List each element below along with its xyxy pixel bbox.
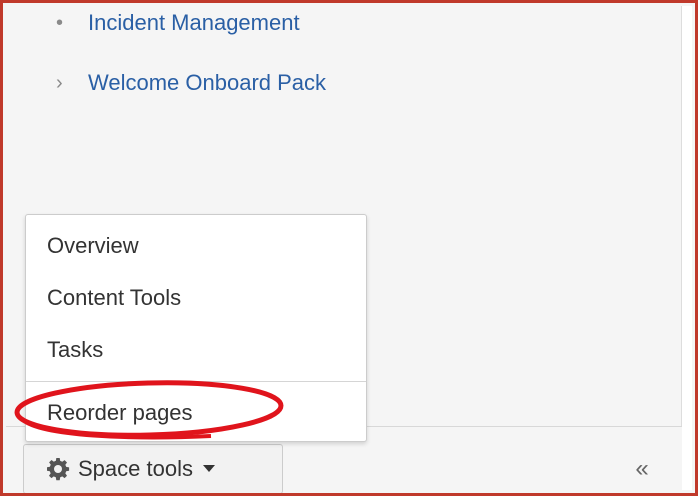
space-tools-button[interactable]: Space tools bbox=[23, 444, 283, 493]
menu-divider bbox=[26, 381, 366, 382]
menu-item-tasks[interactable]: Tasks bbox=[47, 337, 103, 363]
gear-icon bbox=[46, 457, 70, 481]
space-sidebar: • Incident Management › Welcome Onboard … bbox=[6, 6, 692, 493]
menu-item-reorder-pages[interactable]: Reorder pages bbox=[47, 400, 193, 426]
page-tree-item-welcome-onboard-pack[interactable]: › Welcome Onboard Pack bbox=[56, 70, 326, 96]
page-tree-link[interactable]: Welcome Onboard Pack bbox=[88, 70, 326, 96]
screenshot-frame: • Incident Management › Welcome Onboard … bbox=[0, 0, 698, 496]
space-tools-label: Space tools bbox=[78, 456, 193, 481]
menu-item-content-tools[interactable]: Content Tools bbox=[47, 285, 181, 311]
sidebar-right-edge bbox=[681, 6, 692, 490]
bullet-icon: • bbox=[56, 11, 64, 34]
collapse-sidebar-button[interactable]: « bbox=[622, 451, 662, 487]
menu-item-overview[interactable]: Overview bbox=[47, 233, 139, 259]
expand-chevron-icon[interactable]: › bbox=[56, 72, 88, 95]
page-tree-item-incident-management[interactable]: • Incident Management bbox=[56, 10, 300, 36]
caret-down-icon bbox=[202, 465, 215, 473]
page-tree-link[interactable]: Incident Management bbox=[88, 10, 300, 36]
space-tools-dropdown-menu: Overview Content Tools Tasks Reorder pag… bbox=[25, 214, 367, 442]
